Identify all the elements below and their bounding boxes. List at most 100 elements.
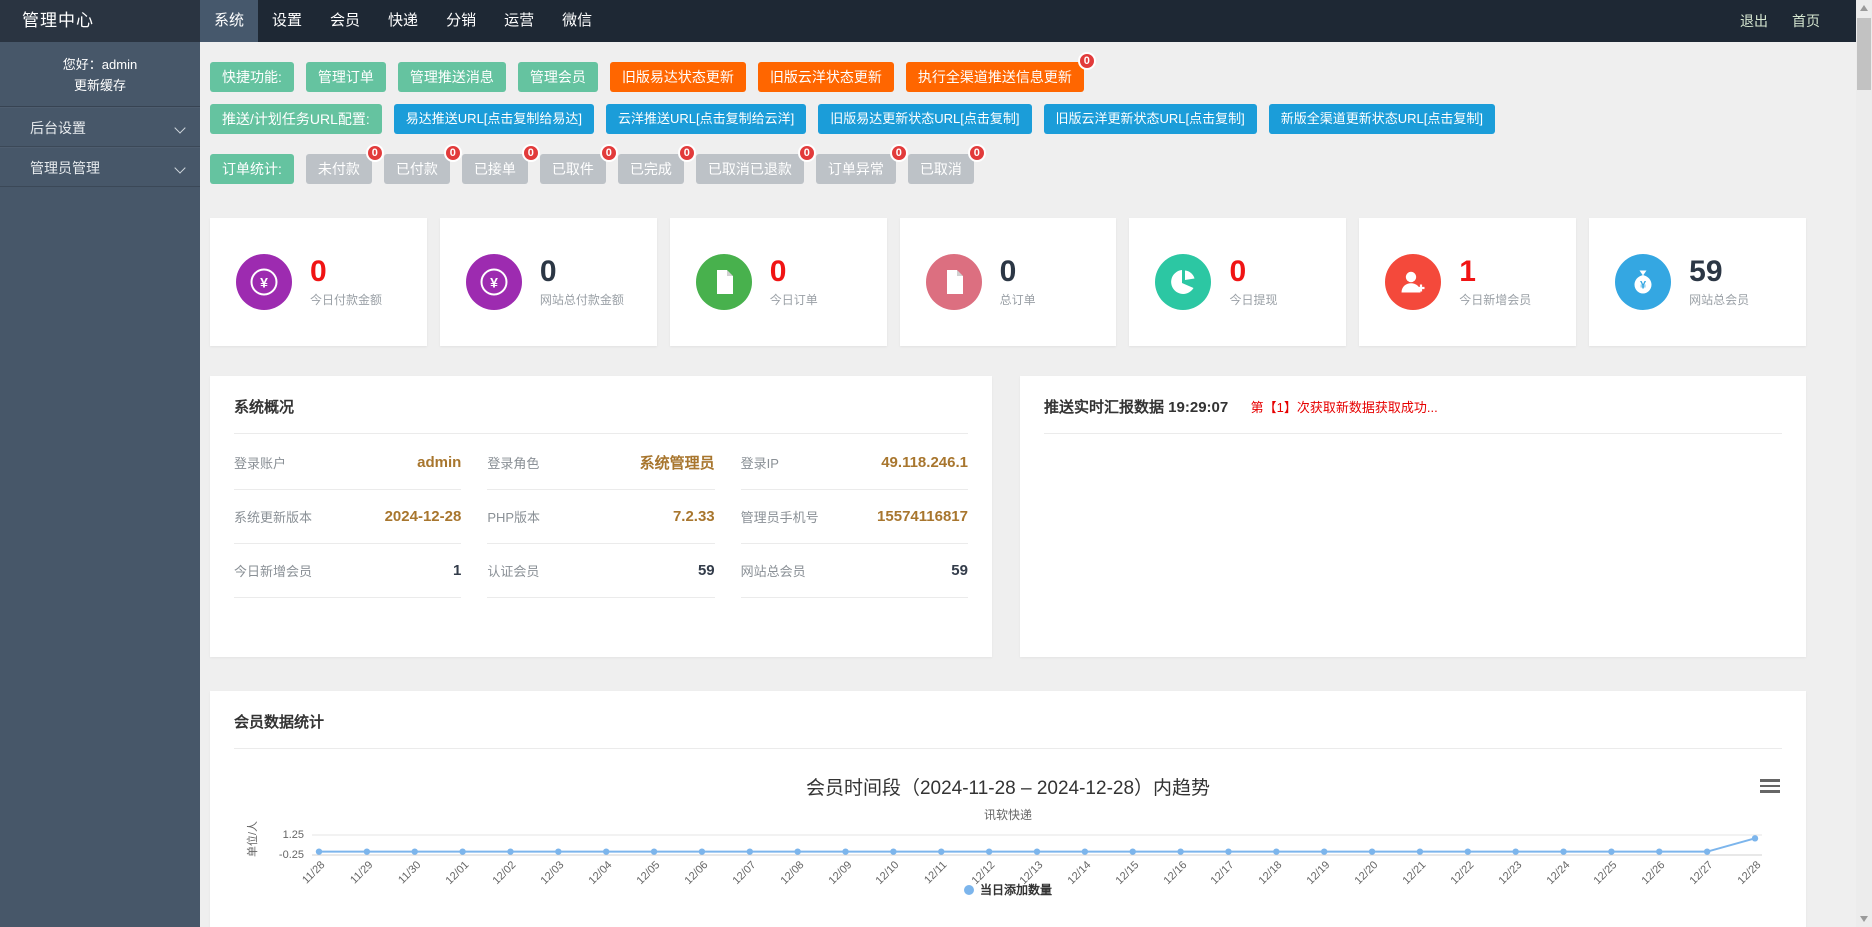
card-label: 今日提现 xyxy=(1229,291,1277,308)
cell-login-role: 登录角色 系统管理员 xyxy=(487,436,714,490)
status-label: 未付款 xyxy=(318,161,360,177)
cell-value: admin xyxy=(417,454,461,471)
logout-link[interactable]: 退出 xyxy=(1728,0,1780,42)
pie-chart-icon xyxy=(1155,254,1211,310)
cell-value: 2024-12-28 xyxy=(385,508,462,525)
legend-label: 当日添加数量 xyxy=(980,881,1052,898)
old-yunyang-status-update-button[interactable]: 旧版云洋状态更新 xyxy=(758,62,894,92)
sidebar-item-label: 后台设置 xyxy=(30,120,86,136)
status-cancelled[interactable]: 已取消 0 xyxy=(908,154,974,184)
status-label: 已取件 xyxy=(552,161,594,177)
nav-item-operation[interactable]: 运营 xyxy=(490,0,548,42)
card-value: 0 xyxy=(1229,256,1277,288)
card-value: 0 xyxy=(1000,256,1036,288)
count-badge: 0 xyxy=(678,144,696,162)
card-label: 今日付款金额 xyxy=(310,291,382,308)
nav-item-distribution[interactable]: 分销 xyxy=(432,0,490,42)
chart-legend[interactable]: 当日添加数量 xyxy=(234,881,1782,898)
money-bag-icon: ¥ xyxy=(1615,254,1671,310)
cell-value: 59 xyxy=(951,562,968,579)
old-yida-status-update-button[interactable]: 旧版易达状态更新 xyxy=(610,62,746,92)
card-value: 1 xyxy=(1459,256,1531,288)
manage-orders-button[interactable]: 管理订单 xyxy=(306,62,386,92)
chart-title: 会员时间段（2024-11-28 – 2024-12-28）内趋势 xyxy=(234,773,1782,800)
chevron-down-icon xyxy=(174,162,185,173)
sidebar-item-backend-settings[interactable]: 后台设置 xyxy=(0,107,200,147)
legend-marker-icon xyxy=(964,885,974,895)
manage-members-button[interactable]: 管理会员 xyxy=(518,62,598,92)
run-allchannel-push-update-button[interactable]: 执行全渠道推送信息更新 0 xyxy=(906,62,1084,92)
yunyang-push-url-button[interactable]: 云洋推送URL[点击复制给云洋] xyxy=(606,104,806,134)
status-label: 已取消 xyxy=(920,161,962,177)
status-completed[interactable]: 已完成 0 xyxy=(618,154,684,184)
cell-value: 15574116817 xyxy=(877,508,968,525)
scrollbar-thumb[interactable] xyxy=(1857,18,1871,90)
count-badge: 0 xyxy=(1078,52,1096,70)
yida-push-url-button[interactable]: 易达推送URL[点击复制给易达] xyxy=(394,104,594,134)
panel-title: 系统概况 xyxy=(234,396,294,417)
nav-item-wechat[interactable]: 微信 xyxy=(548,0,606,42)
panel-title: 推送实时汇报数据 19:29:07 xyxy=(1044,396,1228,417)
member-stats-panel: 会员数据统计 会员时间段（2024-11-28 – 2024-12-28）内趋势… xyxy=(210,691,1806,927)
document-icon xyxy=(696,254,752,310)
status-accepted[interactable]: 已接单 0 xyxy=(462,154,528,184)
status-label: 已完成 xyxy=(630,161,672,177)
manage-push-messages-button[interactable]: 管理推送消息 xyxy=(398,62,506,92)
nav-item-express[interactable]: 快递 xyxy=(374,0,432,42)
sidebar-item-admin-management[interactable]: 管理员管理 xyxy=(0,147,200,187)
new-allchannel-update-url-button[interactable]: 新版全渠道更新状态URL[点击复制] xyxy=(1269,104,1495,134)
home-link[interactable]: 首页 xyxy=(1780,0,1832,42)
count-badge: 0 xyxy=(444,144,462,162)
nav-item-members[interactable]: 会员 xyxy=(316,0,374,42)
svg-text:¥: ¥ xyxy=(260,275,268,291)
old-yida-update-url-button[interactable]: 旧版易达更新状态URL[点击复制] xyxy=(818,104,1031,134)
status-paid[interactable]: 已付款 0 xyxy=(384,154,450,184)
status-cancelled-refunded[interactable]: 已取消已退款 0 xyxy=(696,154,804,184)
chevron-down-icon xyxy=(174,122,185,133)
nav-item-system[interactable]: 系统 xyxy=(200,0,258,42)
push-report-panel: 推送实时汇报数据 19:29:07 第【1】次获取新数据获取成功... xyxy=(1020,376,1806,657)
top-navbar: 管理中心 系统 设置 会员 快递 分销 运营 微信 退出 首页 xyxy=(0,0,1872,42)
nav-menu: 系统 设置 会员 快递 分销 运营 微信 xyxy=(200,0,606,42)
add-user-icon xyxy=(1385,254,1441,310)
scroll-down-icon[interactable] xyxy=(1860,916,1868,922)
card-label: 今日新增会员 xyxy=(1459,291,1531,308)
svg-text:¥: ¥ xyxy=(490,275,498,291)
chart-plot-area: 单位/人 1.25 -0.25 11/2811/2911/3012/0112/0… xyxy=(234,829,1782,927)
card-value: 0 xyxy=(770,256,818,288)
push-url-row: 推送/计划任务URL配置: 易达推送URL[点击复制给易达] 云洋推送URL[点… xyxy=(210,104,1806,134)
refresh-cache-link[interactable]: 更新缓存 xyxy=(10,75,190,96)
main-content: 后台首页 待办事项 事项列表 快捷功能: 管理订单 管理推送消息 管理会员 旧版… xyxy=(200,0,1872,927)
svg-text:¥: ¥ xyxy=(1640,280,1647,292)
cell-value: 系统管理员 xyxy=(640,452,715,473)
card-total-orders: 0 总订单 xyxy=(900,218,1117,346)
chart-menu-icon[interactable] xyxy=(1760,779,1780,795)
card-total-members: ¥ 59 网站总会员 xyxy=(1589,218,1806,346)
cell-label: 登录账户 xyxy=(234,453,286,472)
nav-item-settings[interactable]: 设置 xyxy=(258,0,316,42)
window-scrollbar[interactable] xyxy=(1856,0,1872,927)
cell-login-account: 登录账户 admin xyxy=(234,436,461,490)
button-label: 执行全渠道推送信息更新 xyxy=(918,69,1072,85)
cell-value: 49.118.246.1 xyxy=(881,454,968,471)
scroll-up-icon[interactable] xyxy=(1860,5,1868,11)
cell-label: 今日新增会员 xyxy=(234,561,312,580)
count-badge: 0 xyxy=(890,144,908,162)
status-picked-up[interactable]: 已取件 0 xyxy=(540,154,606,184)
card-label: 今日订单 xyxy=(770,291,818,308)
status-abnormal[interactable]: 订单异常 0 xyxy=(816,154,896,184)
card-label: 网站总会员 xyxy=(1689,291,1749,308)
card-today-withdraw: 0 今日提现 xyxy=(1129,218,1346,346)
sidebar: 您好：admin 更新缓存 后台设置 管理员管理 xyxy=(0,42,200,927)
chart-subtitle: 讯软快递 xyxy=(234,806,1782,823)
app-title: 管理中心 xyxy=(0,0,200,42)
old-yunyang-update-url-button[interactable]: 旧版云洋更新状态URL[点击复制] xyxy=(1044,104,1257,134)
card-total-payment: ¥ 0 网站总付款金额 xyxy=(440,218,657,346)
card-today-orders: 0 今日订单 xyxy=(670,218,887,346)
order-stats-row: 订单统计: 未付款 0 已付款 0 已接单 0 已取件 0 已完成 0 已取消已… xyxy=(210,154,1806,184)
card-today-new-members: 1 今日新增会员 xyxy=(1359,218,1576,346)
push-url-config-label: 推送/计划任务URL配置: xyxy=(210,104,382,134)
system-overview-grid: 登录账户 admin 登录角色 系统管理员 登录IP 49.118.246.1 … xyxy=(234,436,968,598)
status-unpaid[interactable]: 未付款 0 xyxy=(306,154,372,184)
card-label: 网站总付款金额 xyxy=(540,291,624,308)
